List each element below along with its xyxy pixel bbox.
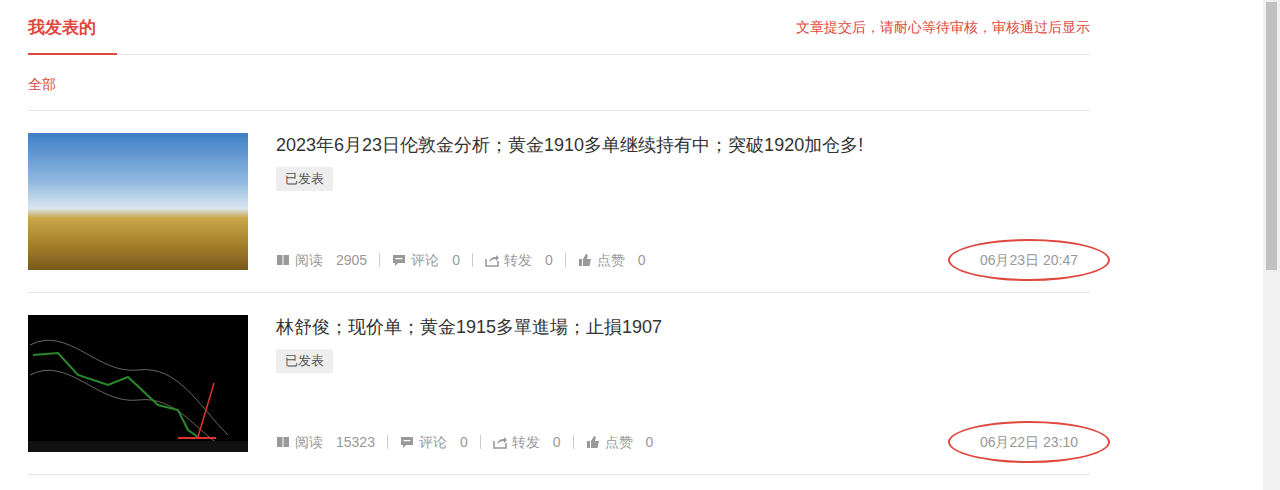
stats-bar: 阅读 15323 评论 0 转发 0 点赞 0	[276, 432, 653, 452]
stat-label: 转发	[512, 432, 540, 452]
article-meta: 阅读 2905 评论 0 转发 0 点赞 0 06月23日 20:47	[276, 250, 1090, 270]
stat-item: 转发 0	[493, 432, 561, 452]
filter-bar: 全部	[28, 55, 1090, 111]
stat-value: 15323	[336, 432, 375, 452]
status-tag: 已发表	[276, 167, 333, 191]
article-info: 林舒俊；现价单；黄金1915多單進場；止損1907已发表阅读15323评论0转发…	[276, 315, 1090, 452]
stat-value: 0	[646, 432, 654, 452]
highlight-ellipse	[948, 239, 1110, 281]
article-title[interactable]: 林舒俊；现价单；黄金1915多單進場；止損1907	[276, 315, 1090, 339]
article-title[interactable]: 2023年6月23日伦敦金分析；黄金1910多单继续持有中；突破1920加仓多!	[276, 133, 1090, 157]
stat-separator	[379, 253, 380, 267]
filter-item[interactable]: 全部	[28, 72, 56, 94]
stat-label: 阅读	[295, 250, 323, 270]
stat-item: 评论 0	[400, 432, 468, 452]
scrollbar-thumb[interactable]	[1266, 2, 1277, 270]
stat-label: 点赞	[605, 432, 633, 452]
stat-label: 评论	[419, 432, 447, 452]
stat-item: 点赞 0	[586, 432, 654, 452]
book-icon	[276, 253, 290, 267]
stat-separator	[573, 435, 574, 449]
stat-value: 0	[452, 250, 460, 270]
stat-label: 转发	[504, 250, 532, 270]
stat-separator	[480, 435, 481, 449]
article-info: 2023年6月23日伦敦金分析；黄金1910多单继续持有中；突破1920加仓多!…	[276, 133, 1090, 270]
stat-value: 2905	[336, 250, 367, 270]
share-icon	[485, 253, 499, 267]
status-tag: 已发表	[276, 349, 333, 373]
main-content: 我发表的 文章提交后，请耐心等待审核，审核通过后显示全部 2023年6月23日伦敦金…	[0, 0, 1263, 490]
chart-picture-icon	[28, 315, 248, 452]
date-area: 06月22日 23:10	[980, 432, 1078, 452]
stat-value: 0	[553, 432, 561, 452]
highlight-ellipse	[948, 421, 1110, 463]
article-row: 林舒俊；现价单；黄金1915多單進場；止損1907已发表阅读15323评论0转发…	[28, 293, 1090, 475]
stat-item: 点赞 0	[578, 250, 646, 270]
stat-item: 阅读 2905	[276, 250, 367, 270]
stat-separator	[565, 253, 566, 267]
stat-value: 0	[545, 250, 553, 270]
review-notice: 文章提交后，请耐心等待审核，审核通过后显示	[796, 17, 1090, 54]
stat-separator	[472, 253, 473, 267]
comment-icon	[400, 435, 414, 449]
thumbs-up-icon	[578, 253, 592, 267]
stat-item: 转发 0	[485, 250, 553, 270]
stat-label: 点赞	[597, 250, 625, 270]
article-row: 2023年6月23日伦敦金分析；黄金1910多单继续持有中；突破1920加仓多!…	[28, 111, 1090, 293]
article-panel: 我发表的 文章提交后，请耐心等待审核，审核通过后显示全部 2023年6月23日伦敦金…	[28, 0, 1090, 475]
article-thumbnail[interactable]	[28, 133, 248, 270]
article-thumbnail[interactable]	[28, 315, 248, 452]
article-meta: 阅读 15323 评论 0 转发 0 点赞 0 06月22日 23:10	[276, 432, 1090, 452]
comment-icon	[392, 253, 406, 267]
publish-date: 06月22日 23:10	[980, 434, 1078, 450]
stat-item: 阅读 15323	[276, 432, 375, 452]
thumbs-up-icon	[586, 435, 600, 449]
publish-date: 06月23日 20:47	[980, 252, 1078, 268]
scrollbar[interactable]	[1263, 0, 1280, 490]
stat-item: 评论 0	[392, 250, 460, 270]
share-icon	[493, 435, 507, 449]
stat-value: 0	[638, 250, 646, 270]
published-tab[interactable]: 我发表的	[28, 16, 117, 55]
date-area: 06月23日 20:47	[980, 250, 1078, 270]
stat-label: 阅读	[295, 432, 323, 452]
stat-separator	[387, 435, 388, 449]
page-header: 我发表的 文章提交后，请耐心等待审核，审核通过后显示	[28, 0, 1090, 55]
stat-value: 0	[460, 432, 468, 452]
stats-bar: 阅读 2905 评论 0 转发 0 点赞 0	[276, 250, 646, 270]
stat-label: 评论	[411, 250, 439, 270]
book-icon	[276, 435, 290, 449]
